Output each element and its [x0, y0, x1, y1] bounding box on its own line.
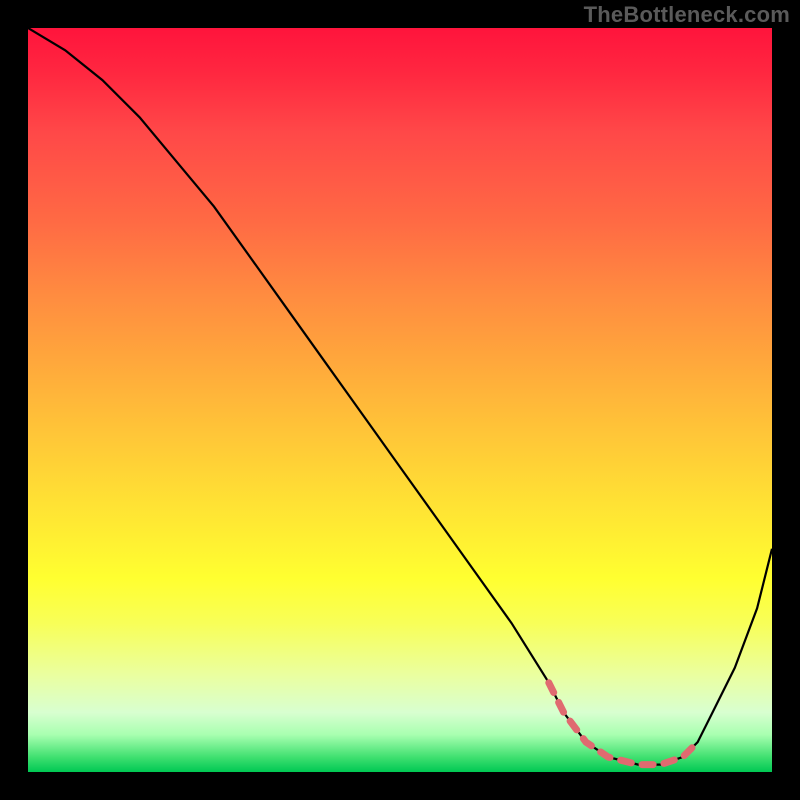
plot-area	[28, 28, 772, 772]
chart-frame: TheBottleneck.com	[0, 0, 800, 800]
optimal-range-highlight	[549, 683, 698, 765]
curve-layer	[28, 28, 772, 772]
bottleneck-curve	[28, 28, 772, 765]
watermark-text: TheBottleneck.com	[584, 2, 790, 28]
